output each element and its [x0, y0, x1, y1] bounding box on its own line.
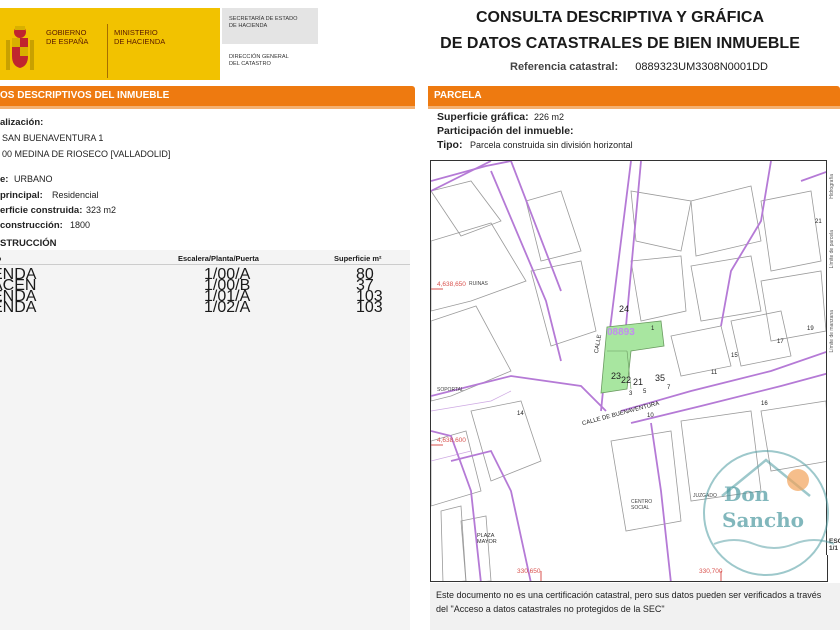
map-house-number: 5: [643, 389, 647, 395]
parcel-id-label: 08893: [607, 327, 635, 338]
map-house-number: 14: [517, 411, 524, 417]
map-house-number: 3: [629, 391, 633, 397]
legend-limite-manzana: Límite de manzana: [829, 310, 835, 353]
construccion-table-header: no Escalera/Planta/Puerta Superficie m²: [0, 254, 410, 265]
soportal-label: SOPORTAL: [437, 387, 464, 393]
map-house-number: 35: [655, 373, 666, 383]
secretaria-label: SECRETARÍA DE ESTADO DE HACIENDA: [229, 16, 298, 29]
uso-principal-value: Residencial: [52, 190, 99, 200]
document-title-line1: CONSULTA DESCRIPTIVA Y GRÁFICA: [475, 9, 764, 26]
map-house-number: 7: [667, 385, 671, 391]
col-header-uso: no: [0, 254, 1, 263]
logo-divider: [107, 24, 108, 78]
cell-superficie: 103: [356, 299, 383, 316]
clase-label: e:: [0, 174, 9, 185]
tipo-label: Tipo:: [437, 139, 463, 151]
ruinas-label: RUINAS: [469, 281, 488, 287]
watermark-text-line1: Don: [724, 482, 770, 506]
legend-limite-parcela: Límite de parcela: [829, 230, 835, 269]
map-house-number: 24: [619, 304, 630, 314]
table-row: ACEN 1/00/B 37: [0, 277, 410, 294]
table-row: ENDA 1/01/A 103: [0, 288, 410, 305]
referencia-catastral-row: Referencia catastral: 0889323UM3308N0001…: [510, 61, 768, 73]
cell-uso: ENDA: [0, 299, 37, 316]
parcela-header: PARCELA: [428, 86, 840, 109]
map-house-number: 16: [761, 401, 768, 407]
coordinate-y-label: 4,638,600: [437, 437, 466, 444]
coat-of-arms-icon: [6, 26, 34, 70]
anio-construccion-value: 1800: [70, 220, 91, 230]
coordinate-x-label: 330,650: [517, 568, 541, 575]
cell-escalera: 1/02/A: [204, 299, 251, 316]
superficie-grafica-value: 226 m2: [534, 112, 565, 122]
referencia-value: 0889323UM3308N0001DD: [635, 61, 769, 73]
clase-value: URBANO: [14, 174, 53, 184]
plaza-mayor-label: PLAZA MAYOR: [477, 533, 497, 545]
coordinate-y-label: 4,638,650: [437, 281, 466, 288]
table-row: ENDA 1/02/A 103: [0, 299, 410, 316]
map-house-number: 23: [611, 371, 622, 381]
address-line1: SAN BUENAVENTURA 1: [2, 133, 104, 143]
referencia-label: Referencia catastral:: [510, 61, 619, 73]
legend-hidrografia: Hidrografía: [829, 174, 835, 199]
disclaimer-note: Este documento no es una certificación c…: [430, 583, 840, 630]
map-house-number: 1: [651, 326, 655, 332]
centro-social-label: CENTRO SOCIAL: [631, 499, 653, 511]
document-title-line2: DE DATOS CATASTRALES DE BIEN INMUEBLE: [440, 35, 800, 52]
col-header-escalera: Escalera/Planta/Puerta: [178, 254, 259, 263]
anio-construccion-label: construcción:: [0, 220, 63, 231]
address-line2: 00 MEDINA DE RIOSECO [VALLADOLID]: [2, 149, 171, 159]
superficie-grafica-label: Superficie gráfica:: [437, 111, 529, 123]
map-house-number: 21: [815, 219, 822, 225]
col-header-superficie: Superficie m²: [334, 254, 382, 263]
map-house-number: 10: [647, 413, 654, 419]
ministerio-label: MINISTERIO DE HACIENDA: [114, 28, 166, 46]
map-house-number: 19: [807, 326, 814, 332]
participacion-label: Participación del inmueble:: [437, 125, 574, 137]
tipo-value: Parcela construida sin división horizont…: [470, 140, 633, 150]
map-house-number: 22: [621, 375, 632, 385]
gobierno-label: GOBIERNO DE ESPAÑA: [46, 28, 89, 46]
superficie-construida-value: 323 m2: [86, 205, 117, 215]
superficie-construida-label: erficie construida:: [0, 205, 83, 216]
direccion-label: DIRECCIÓN GENERAL DEL CATASTRO: [229, 54, 289, 67]
watermark-text-line2: Sancho: [722, 508, 805, 532]
construccion-title: STRUCCIÓN: [0, 238, 57, 249]
map-house-number: 11: [711, 370, 718, 376]
map-house-number: 15: [731, 353, 738, 359]
table-row: ENDA 1/00/A 80: [0, 266, 410, 283]
map-house-number: 21: [633, 377, 644, 387]
uso-principal-label: principal:: [0, 190, 43, 201]
map-house-number: 17: [777, 339, 784, 345]
datos-descriptivos-header: OS DESCRIPTIVOS DEL INMUEBLE: [0, 86, 415, 109]
localizacion-label: alización:: [0, 117, 44, 128]
